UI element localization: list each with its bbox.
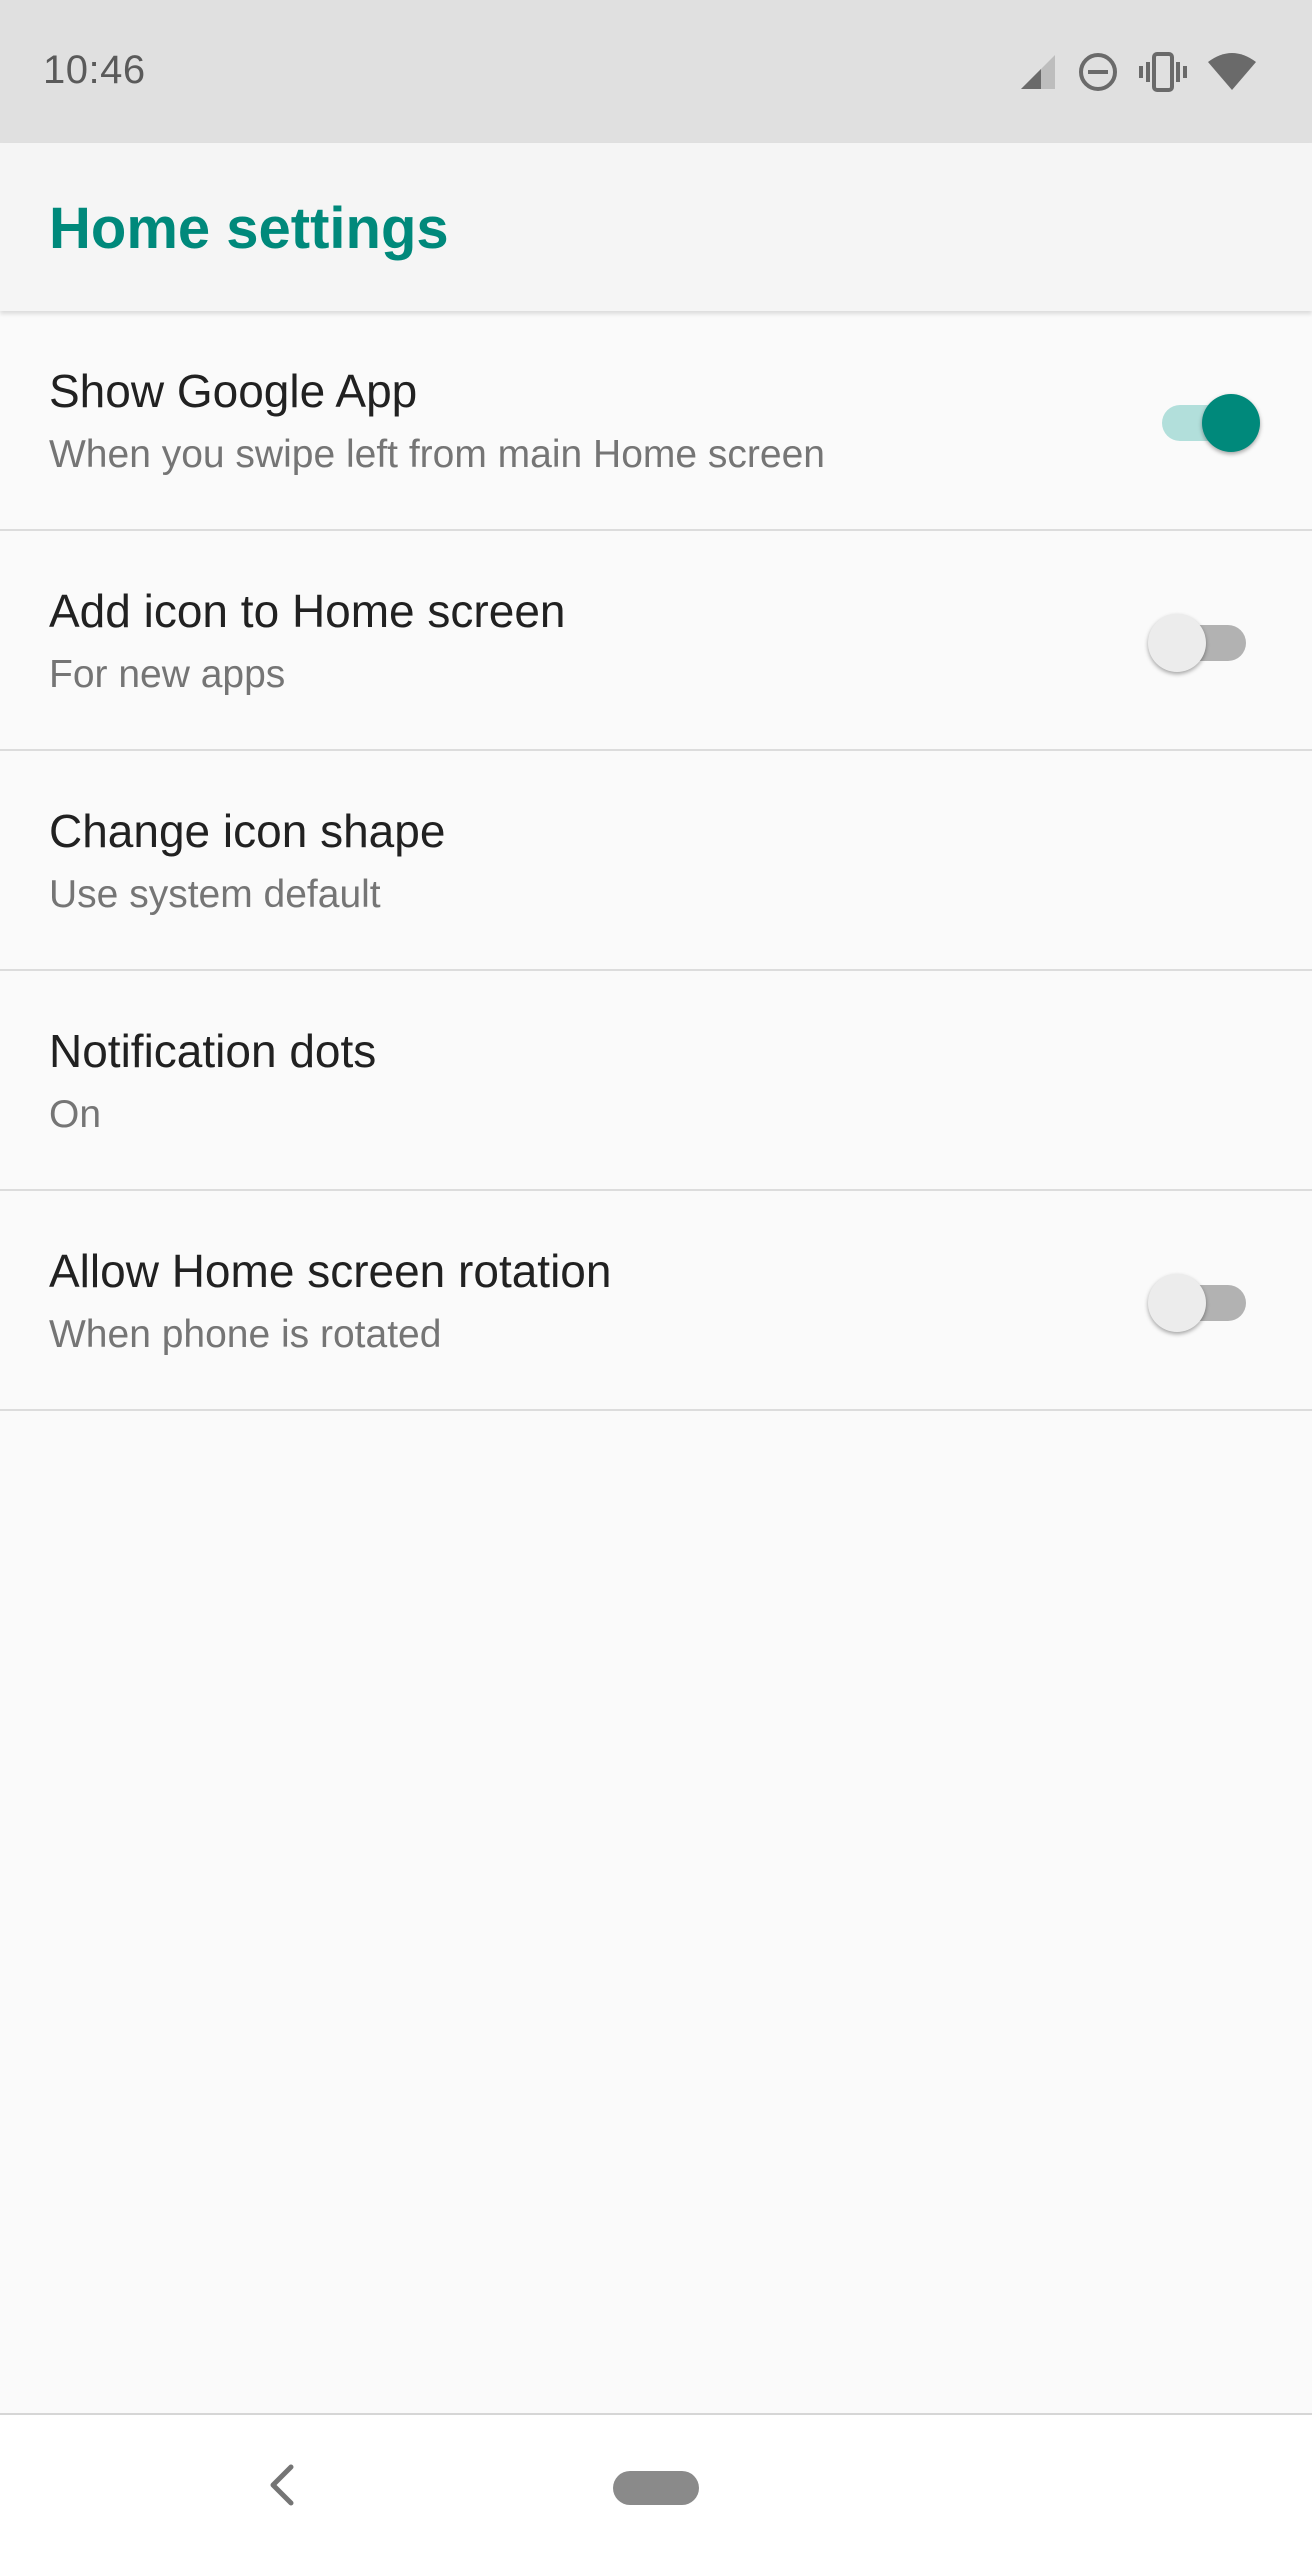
status-time: 10:46 <box>43 48 146 92</box>
switch-thumb <box>1202 394 1260 452</box>
setting-title: Show Google App <box>49 365 418 417</box>
setting-title: Notification dots <box>49 1025 377 1077</box>
vibrate-icon <box>1139 51 1187 93</box>
home-pill-icon[interactable] <box>613 2471 699 2505</box>
page-title: Home settings <box>49 196 449 261</box>
setting-add-icon-to-home-screen[interactable]: Add icon to Home screen For new apps <box>0 531 1312 751</box>
navigation-bar <box>0 2413 1312 2560</box>
setting-title: Allow Home screen rotation <box>49 1245 612 1297</box>
do-not-disturb-icon <box>1077 51 1119 93</box>
setting-summary: When you swipe left from main Home scree… <box>49 433 825 476</box>
setting-summary: For new apps <box>49 653 286 696</box>
setting-summary: On <box>49 1093 102 1136</box>
back-button[interactable] <box>250 2455 314 2519</box>
rotation-switch[interactable] <box>1148 1274 1252 1332</box>
app-bar: Home settings <box>0 143 1312 311</box>
back-icon <box>267 2463 297 2512</box>
setting-title: Add icon to Home screen <box>49 585 566 637</box>
setting-show-google-app[interactable]: Show Google App When you swipe left from… <box>0 311 1312 531</box>
signal-icon <box>1019 53 1057 91</box>
setting-summary: Use system default <box>49 873 381 916</box>
add-icon-switch[interactable] <box>1148 614 1252 672</box>
setting-title: Change icon shape <box>49 805 446 857</box>
switch-thumb <box>1148 614 1206 672</box>
setting-notification-dots[interactable]: Notification dots On <box>0 971 1312 1191</box>
setting-summary: When phone is rotated <box>49 1313 442 1356</box>
setting-change-icon-shape[interactable]: Change icon shape Use system default <box>0 751 1312 971</box>
settings-list: Show Google App When you swipe left from… <box>0 311 1312 1411</box>
show-google-app-switch[interactable] <box>1156 394 1260 452</box>
wifi-icon <box>1207 52 1257 92</box>
status-bar: 10:46 <box>0 0 1312 143</box>
status-icons <box>1019 48 1257 96</box>
switch-thumb <box>1148 1274 1206 1332</box>
setting-allow-home-screen-rotation[interactable]: Allow Home screen rotation When phone is… <box>0 1191 1312 1411</box>
